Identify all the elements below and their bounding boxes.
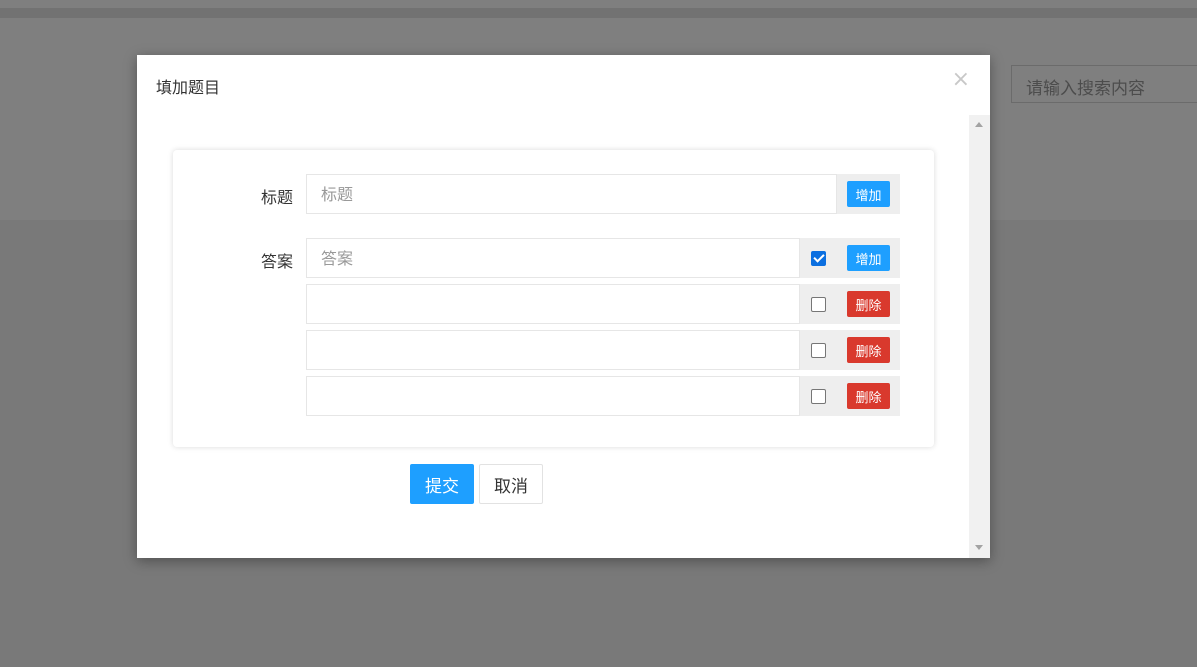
close-icon[interactable]: × bbox=[952, 69, 970, 91]
add-answer-button[interactable]: 增加 bbox=[847, 245, 890, 271]
title-addon: 增加 bbox=[837, 174, 900, 214]
question-form-card: 标题 增加 答案 增加 删除 bbox=[173, 150, 934, 447]
answer-label: 答案 bbox=[260, 252, 293, 271]
answer-button-addon: 删除 bbox=[837, 330, 900, 370]
cancel-button[interactable]: 取消 bbox=[479, 464, 543, 504]
answer-input[interactable] bbox=[306, 238, 800, 278]
title-input[interactable] bbox=[306, 174, 837, 214]
answer-row: 删除 bbox=[306, 330, 900, 370]
correct-answer-checkbox[interactable] bbox=[811, 296, 826, 312]
answer-check-addon bbox=[800, 284, 837, 324]
triangle-up-icon[interactable] bbox=[975, 122, 983, 127]
submit-button[interactable]: 提交 bbox=[410, 464, 474, 504]
add-title-button[interactable]: 增加 bbox=[847, 181, 890, 207]
answer-input[interactable] bbox=[306, 376, 800, 416]
answer-button-addon: 删除 bbox=[837, 376, 900, 416]
dialog-scrollbar[interactable] bbox=[969, 115, 990, 558]
dialog-title: 填加题目 bbox=[156, 78, 221, 97]
answer-check-addon bbox=[800, 330, 837, 370]
answer-row: 删除 bbox=[306, 284, 900, 324]
delete-answer-button[interactable]: 删除 bbox=[847, 383, 890, 409]
correct-answer-checkbox[interactable] bbox=[811, 388, 826, 404]
correct-answer-checkbox[interactable] bbox=[811, 342, 826, 358]
triangle-down-icon[interactable] bbox=[975, 545, 983, 550]
title-label: 标题 bbox=[260, 188, 293, 207]
answer-button-addon: 删除 bbox=[837, 284, 900, 324]
delete-answer-button[interactable]: 删除 bbox=[847, 291, 890, 317]
answer-row: 删除 bbox=[306, 376, 900, 416]
answer-check-addon bbox=[800, 238, 837, 278]
answer-button-addon: 增加 bbox=[837, 238, 900, 278]
answer-check-addon bbox=[800, 376, 837, 416]
title-input-group: 增加 bbox=[306, 174, 900, 214]
answer-input[interactable] bbox=[306, 284, 800, 324]
delete-answer-button[interactable]: 删除 bbox=[847, 337, 890, 363]
answer-row: 增加 bbox=[306, 238, 900, 278]
add-question-dialog: 填加题目 × 标题 增加 答案 增加 bbox=[137, 55, 990, 558]
correct-answer-checkbox[interactable] bbox=[811, 250, 826, 266]
answer-input[interactable] bbox=[306, 330, 800, 370]
